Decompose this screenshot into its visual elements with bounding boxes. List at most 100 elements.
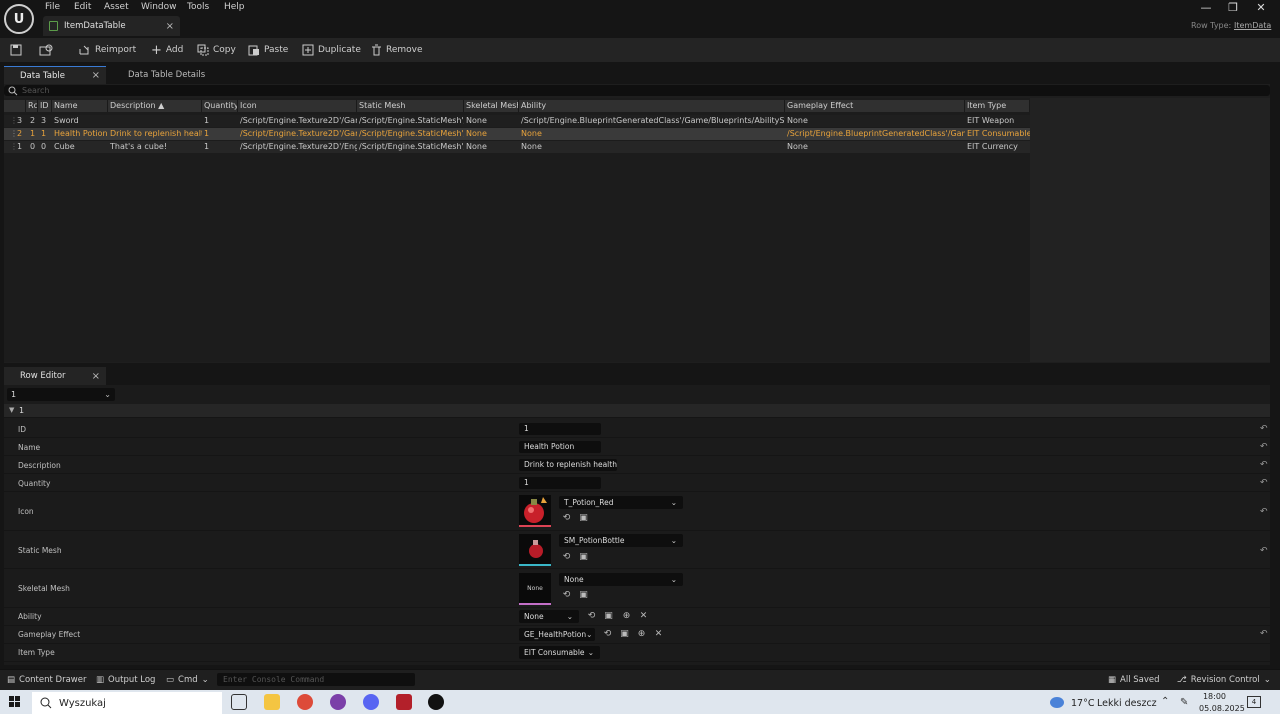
skeletal-mesh-asset-dropdown[interactable]: None ⌄ bbox=[559, 573, 683, 586]
section-header[interactable]: ▼ 1 bbox=[4, 404, 1270, 418]
skeletal-mesh-thumbnail[interactable]: None bbox=[519, 573, 551, 605]
table-row[interactable]: ⋮ 1 0 0 Cube That's a cube! 1 /Script/En… bbox=[4, 141, 1030, 153]
row-selector-dropdown[interactable]: 1 ⌄ bbox=[7, 388, 115, 401]
use-selected-icon[interactable]: ⟲ bbox=[602, 629, 613, 640]
column-header-name[interactable]: Name bbox=[52, 100, 108, 112]
browse-folder-icon[interactable]: ▣ bbox=[578, 513, 589, 524]
search-input[interactable]: Search bbox=[4, 85, 1270, 96]
column-header-item-type[interactable]: Item Type bbox=[965, 100, 1030, 112]
tab-data-table[interactable]: Data Table × bbox=[4, 66, 106, 84]
column-header-ability[interactable]: Ability bbox=[519, 100, 785, 112]
remove-button[interactable]: Remove bbox=[371, 43, 423, 57]
discord-icon[interactable] bbox=[363, 694, 379, 710]
add-new-icon[interactable]: ⊕ bbox=[636, 629, 647, 640]
reimport-button[interactable]: Reimport bbox=[78, 43, 136, 57]
icon-thumbnail[interactable] bbox=[519, 495, 551, 527]
close-icon[interactable]: × bbox=[92, 371, 100, 382]
static-mesh-asset-dropdown[interactable]: SM_PotionBottle ⌄ bbox=[559, 534, 683, 547]
paste-button[interactable]: Paste bbox=[248, 43, 288, 57]
browse-folder-icon[interactable]: ▣ bbox=[578, 552, 589, 563]
content-drawer-button[interactable]: ▤ Content Drawer bbox=[7, 674, 86, 686]
all-saved-button[interactable]: ▦ All Saved bbox=[1108, 674, 1160, 686]
browse-folder-icon[interactable]: ▣ bbox=[578, 590, 589, 601]
rider-icon[interactable] bbox=[396, 694, 412, 710]
table-row-selected[interactable]: ⋮ 2 1 1 Health Potion Drink to replenish… bbox=[4, 128, 1030, 140]
app-icon[interactable] bbox=[330, 694, 346, 710]
menu-asset[interactable]: Asset bbox=[104, 2, 129, 12]
taskbar-search-box[interactable]: Wyszukaj bbox=[32, 692, 222, 714]
menu-tools[interactable]: Tools bbox=[187, 2, 209, 12]
reset-to-default-icon[interactable]: ↶ bbox=[1260, 507, 1268, 517]
use-selected-icon[interactable]: ⟲ bbox=[586, 611, 597, 622]
task-view-icon[interactable] bbox=[231, 694, 247, 710]
save-button[interactable] bbox=[10, 43, 22, 57]
table-row[interactable]: ⋮ 3 2 3 Sword 1 /Script/Engine.Texture2D… bbox=[4, 115, 1030, 127]
clear-icon[interactable]: ✕ bbox=[653, 629, 664, 640]
revision-control-button[interactable]: ⎇ Revision Control ⌄ bbox=[1177, 674, 1271, 686]
gameplay-effect-class-dropdown[interactable]: GE_HealthPotion ⌄ bbox=[519, 628, 595, 641]
menu-file[interactable]: File bbox=[45, 2, 60, 12]
add-button[interactable]: + Add bbox=[151, 43, 183, 58]
column-header-static-mesh[interactable]: Static Mesh bbox=[357, 100, 464, 112]
column-header-skeletal-mesh[interactable]: Skeletal Mesh bbox=[464, 100, 519, 112]
column-header-gameplay-effect[interactable]: Gameplay Effect bbox=[785, 100, 965, 112]
ability-class-dropdown[interactable]: None ⌄ bbox=[519, 610, 579, 623]
browse-folder-icon[interactable]: ▣ bbox=[603, 611, 614, 622]
cmd-dropdown[interactable]: ▭ Cmd ⌄ bbox=[166, 674, 209, 686]
copy-button[interactable]: Copy bbox=[197, 43, 236, 57]
file-explorer-icon[interactable] bbox=[264, 694, 280, 710]
reset-to-default-icon[interactable]: ↶ bbox=[1260, 424, 1268, 434]
tab-item-data-table[interactable]: ItemDataTable × bbox=[43, 16, 180, 36]
browse-button[interactable] bbox=[39, 43, 53, 57]
name-field[interactable]: Health Potion bbox=[519, 441, 601, 453]
tab-data-table-details[interactable]: Data Table Details bbox=[112, 66, 222, 84]
static-mesh-thumbnail[interactable] bbox=[519, 534, 551, 566]
reset-to-default-icon[interactable]: ↶ bbox=[1260, 546, 1268, 556]
chevron-up-icon[interactable]: ⌃ bbox=[1161, 696, 1169, 707]
column-header-quantity[interactable]: Quantity bbox=[202, 100, 238, 112]
clock-date[interactable]: 05.08.2025 bbox=[1199, 704, 1245, 713]
reset-to-default-icon[interactable]: ↶ bbox=[1260, 442, 1268, 452]
column-header-icon[interactable]: Icon bbox=[238, 100, 357, 112]
use-selected-icon[interactable]: ⟲ bbox=[561, 513, 572, 524]
close-window-button[interactable]: ✕ bbox=[1253, 1, 1269, 14]
menu-window[interactable]: Window bbox=[141, 2, 177, 12]
console-input[interactable]: Enter Console Command bbox=[217, 673, 415, 686]
browse-folder-icon[interactable]: ▣ bbox=[619, 629, 630, 640]
close-icon[interactable]: × bbox=[166, 21, 174, 32]
tab-row-editor[interactable]: Row Editor × bbox=[4, 367, 106, 385]
column-header-description[interactable]: Description ▲ bbox=[108, 100, 202, 112]
column-header-id[interactable]: ID bbox=[38, 100, 52, 112]
clear-icon[interactable]: ✕ bbox=[638, 611, 649, 622]
menu-edit[interactable]: Edit bbox=[74, 2, 91, 12]
reset-to-default-icon[interactable]: ↶ bbox=[1260, 478, 1268, 488]
collapse-arrow-icon[interactable]: ▼ bbox=[9, 406, 14, 414]
id-field[interactable]: 1 bbox=[519, 423, 601, 435]
output-log-button[interactable]: ▥ Output Log bbox=[96, 674, 155, 686]
pen-icon[interactable]: ✎ bbox=[1180, 697, 1188, 708]
unreal-engine-taskbar-icon[interactable] bbox=[428, 694, 444, 710]
use-selected-icon[interactable]: ⟲ bbox=[561, 590, 572, 601]
use-selected-icon[interactable]: ⟲ bbox=[561, 552, 572, 563]
weather-description[interactable]: Lekki deszcz bbox=[1097, 698, 1157, 709]
chrome-icon[interactable] bbox=[297, 694, 313, 710]
item-type-dropdown[interactable]: EIT Consumable ⌄ bbox=[519, 646, 600, 659]
maximize-button[interactable]: ❐ bbox=[1225, 1, 1241, 14]
minimize-button[interactable]: — bbox=[1198, 1, 1214, 14]
icon-asset-dropdown[interactable]: T_Potion_Red ⌄ bbox=[559, 496, 683, 509]
close-icon[interactable]: × bbox=[92, 70, 100, 81]
column-header-row[interactable]: Rc bbox=[26, 100, 38, 112]
quantity-field[interactable]: 1 bbox=[519, 477, 601, 489]
windows-start-icon[interactable] bbox=[9, 696, 21, 708]
duplicate-button[interactable]: Duplicate bbox=[302, 43, 361, 57]
unreal-logo-icon[interactable]: U bbox=[4, 4, 34, 34]
notification-icon[interactable]: 4 bbox=[1247, 696, 1261, 708]
add-new-icon[interactable]: ⊕ bbox=[621, 611, 632, 622]
menu-help[interactable]: Help bbox=[224, 2, 245, 12]
weather-temperature[interactable]: 17°C bbox=[1071, 698, 1094, 709]
reset-to-default-icon[interactable]: ↶ bbox=[1260, 629, 1268, 639]
description-field[interactable]: Drink to replenish health bbox=[519, 459, 617, 471]
row-type-link[interactable]: ItemData bbox=[1234, 21, 1271, 30]
reset-to-default-icon[interactable]: ↶ bbox=[1260, 460, 1268, 470]
clock-time[interactable]: 18:00 bbox=[1202, 692, 1226, 701]
